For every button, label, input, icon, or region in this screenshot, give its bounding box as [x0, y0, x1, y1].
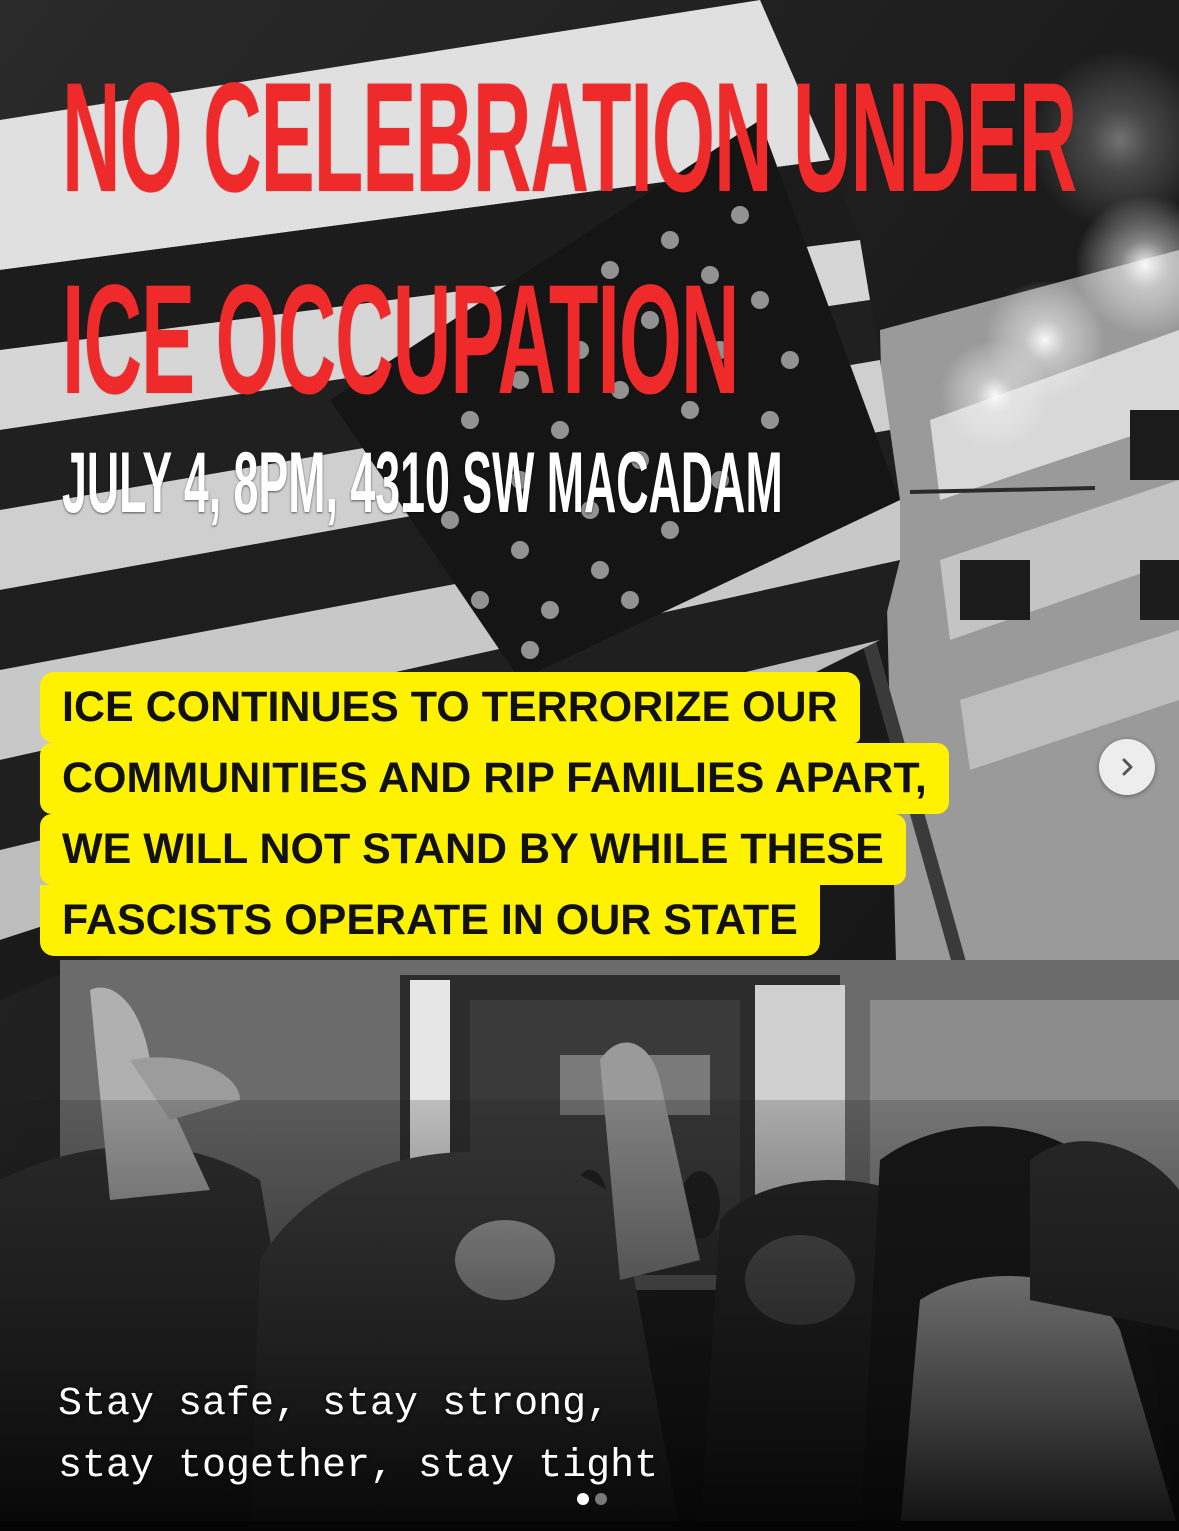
footer-line-1: Stay safe, stay strong, [58, 1382, 611, 1427]
chevron-right-icon [1122, 758, 1133, 776]
pagination-dot-1[interactable] [577, 1493, 589, 1505]
bottom-edge [0, 1521, 1179, 1531]
headline-line-1: NO CELEBRATION UNDER [62, 51, 1077, 225]
carousel-pagination [577, 1493, 607, 1505]
event-details: JULY 4, 8PM, 4310 SW MACADAM [62, 435, 783, 531]
message-line-2: COMMUNITIES AND RIP FAMILIES APART, [40, 743, 949, 814]
headline-line-2: ICE OCCUPATION [62, 253, 740, 427]
message-line-3: WE WILL NOT STAND BY WHILE THESE [40, 814, 906, 885]
pagination-dot-2[interactable] [595, 1493, 607, 1505]
message-line-1: ICE CONTINUES TO TERRORIZE OUR [40, 672, 860, 743]
footer-caption: Stay safe, stay strong, stay together, s… [58, 1374, 658, 1498]
story-post: NO CELEBRATION UNDER ICE OCCUPATION JULY… [0, 0, 1179, 1531]
footer-line-2: stay together, stay tight [58, 1444, 659, 1489]
highlighted-message: ICE CONTINUES TO TERRORIZE OUR COMMUNITI… [40, 672, 1120, 956]
carousel-next-button[interactable] [1099, 739, 1155, 795]
message-line-4: FASCISTS OPERATE IN OUR STATE [40, 885, 820, 956]
